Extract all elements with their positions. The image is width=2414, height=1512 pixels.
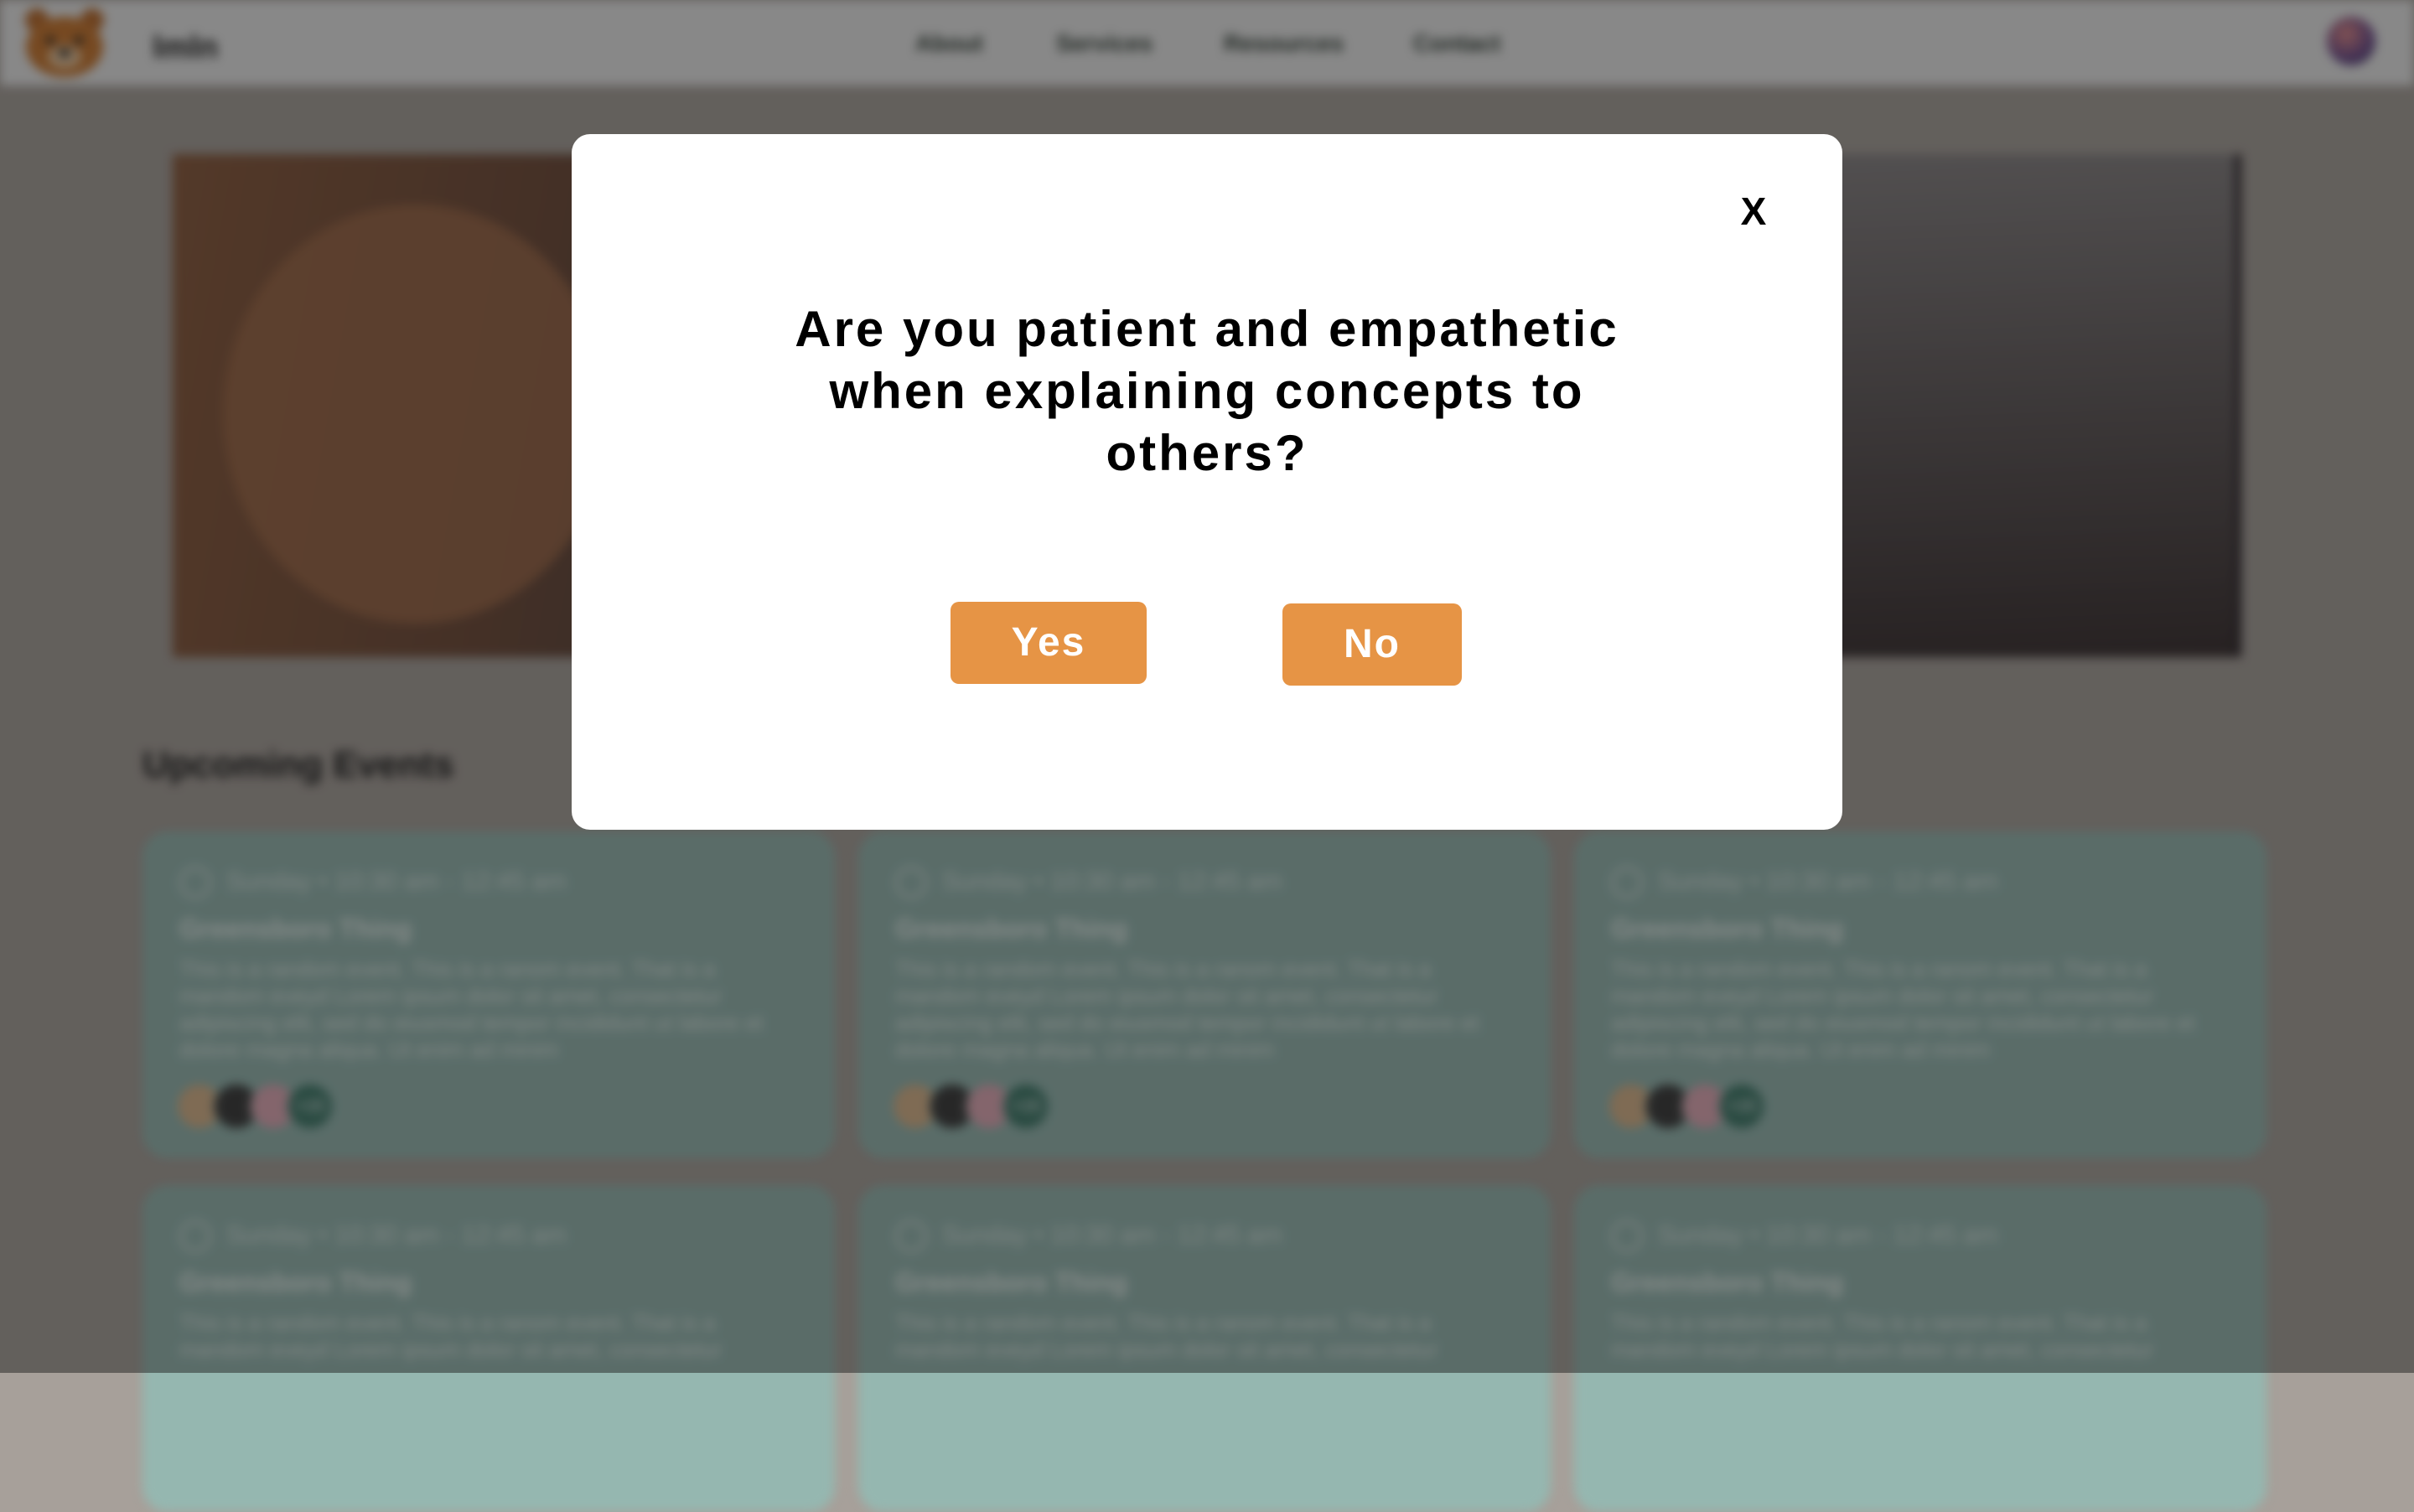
yes-button[interactable]: Yes [951, 602, 1147, 684]
modal-question: Are you patient and empathetic when expl… [795, 301, 1619, 481]
no-button[interactable]: No [1282, 603, 1462, 686]
question-modal: X Are you patient and empathetic when ex… [572, 134, 1842, 830]
close-icon[interactable]: X [1728, 186, 1779, 236]
